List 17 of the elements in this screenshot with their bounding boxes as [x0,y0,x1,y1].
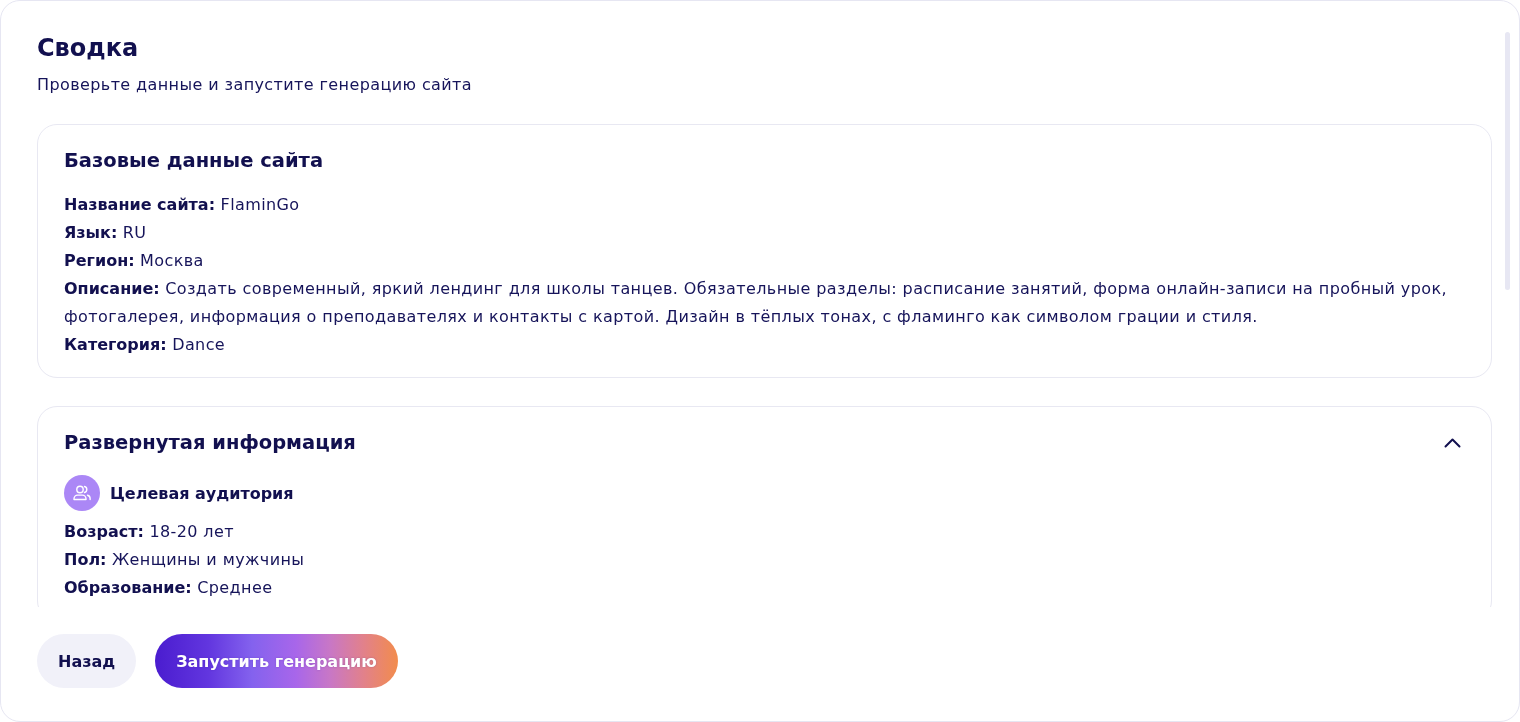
card-title: Развернутая информация [64,430,356,456]
back-button[interactable]: Назад [37,634,137,688]
field-text: Образование: Среднее [64,577,274,599]
field-text: Описание: Создать современный, яркий лендинг для школы танцев. Обязательные разделы: расписание занятий, форма онлайн-записи на пробный урок, фотогалерея, информация о преподавателях и контакты с картой. Дизайн в тёплых тонах, с фламинго как символом грации и стиля. [64,278,1448,328]
card-title: Базовые данные сайта [64,148,325,174]
group-title: Целевая аудитория [110,483,294,503]
field-text: Язык: RU [64,222,148,244]
field-text: Название сайта: FlaminGo [64,194,301,216]
field-text: Категория: Dance [64,334,227,356]
people-icon [64,475,100,511]
field-text: Регион: Москва [64,250,205,272]
chevron-up-icon[interactable] [1444,438,1461,448]
scrollbar-thumb[interactable] [1505,32,1510,290]
page-subtitle: Проверьте данные и запустите генерацию сайта [37,74,473,96]
field-text: Пол: Женщины и мужчины [64,549,306,571]
page-title: Сводка [37,33,140,64]
field-text: Возраст: 18-20 лет [64,521,235,543]
